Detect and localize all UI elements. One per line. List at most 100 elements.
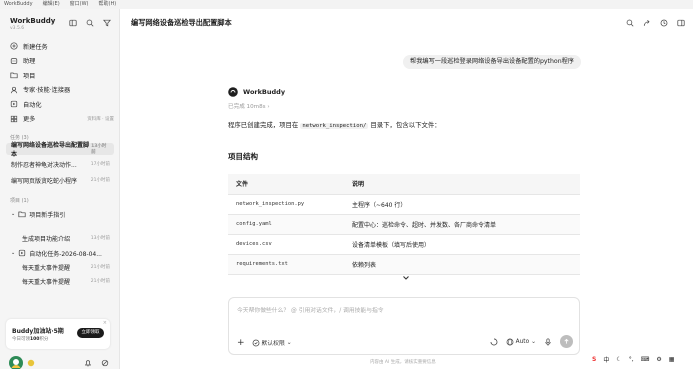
file-cell: devices.csv bbox=[228, 234, 344, 255]
chevron-down-icon: ⌄ bbox=[286, 339, 292, 346]
search-icon[interactable] bbox=[86, 19, 94, 27]
sidebar-footer bbox=[8, 356, 114, 369]
intro-paragraph: 程序已创建完成，项目在 network_inspection/ 目录下，包含以下… bbox=[228, 120, 441, 129]
panel-toggle-icon[interactable] bbox=[677, 19, 685, 27]
page-title: 编写网络设备巡检导出配置脚本 bbox=[131, 18, 232, 27]
task-title: 制作忍者神龟对决动作... bbox=[11, 161, 77, 169]
input-right-tools: Auto ⌄ bbox=[490, 335, 573, 348]
main-panel: 编写网络设备巡检导出配置脚本 帮我编写一段巡检登录网络设备导出设备配置的pyth… bbox=[120, 9, 693, 369]
nav-projects[interactable]: 项目 bbox=[8, 68, 114, 83]
chevron-right-icon: › bbox=[267, 104, 270, 110]
nav-assistant[interactable]: 助理 bbox=[8, 54, 114, 69]
folder-icon bbox=[18, 211, 26, 218]
search-icon[interactable] bbox=[626, 19, 634, 27]
nav-label: 更多 bbox=[23, 116, 36, 124]
table-header-row: 文件 说明 bbox=[228, 174, 580, 195]
desc-cell: 依赖列表 bbox=[344, 254, 580, 275]
status-label: 已完成 10m8s bbox=[228, 104, 266, 110]
automation-item-title: 每天重大事件提醒 bbox=[22, 278, 71, 286]
permission-label: 默认权限 bbox=[261, 341, 285, 347]
permission-selector[interactable]: 默认权限 ⌄ bbox=[252, 338, 292, 347]
filter-icon[interactable] bbox=[103, 19, 111, 27]
nav-label: 项目 bbox=[23, 72, 36, 80]
project-item[interactable]: ⌄ 项目新手指引 bbox=[6, 208, 114, 220]
column-header: 文件 bbox=[228, 174, 344, 195]
promo-subtitle: 今日可领100积分 bbox=[12, 336, 48, 342]
close-icon[interactable]: × bbox=[103, 320, 107, 326]
promo-text: 今日可领 bbox=[12, 337, 30, 342]
promo-number: 100 bbox=[30, 337, 40, 342]
task-title: 编写网络设备巡检导出配置脚本 bbox=[11, 142, 90, 158]
punctuation-icon[interactable]: °, bbox=[629, 356, 634, 363]
plus-circle-icon bbox=[10, 42, 18, 50]
promo-claim-button[interactable]: 立即领取 bbox=[77, 328, 104, 338]
keyboard-icon[interactable]: ⌨ bbox=[641, 356, 650, 363]
task-item[interactable]: 制作忍者神龟对决动作... 17小时前 bbox=[6, 158, 114, 170]
loading-spinner-icon bbox=[490, 338, 498, 345]
settings-icon[interactable] bbox=[101, 359, 109, 367]
menu-help[interactable]: 帮助(H) bbox=[99, 0, 117, 9]
file-cell: requirements.txt bbox=[228, 254, 344, 275]
task-item[interactable]: 编写网络设备巡检导出配置脚本 13小时前 bbox=[6, 142, 114, 158]
gear-icon[interactable]: ⚙ bbox=[656, 356, 661, 363]
collapse-icon[interactable]: ⌄ bbox=[11, 211, 15, 217]
automation-group[interactable]: ⌄ 自动化任务-2026-08-04... bbox=[6, 247, 114, 259]
bell-icon[interactable] bbox=[84, 359, 92, 367]
nav-label: 自动化 bbox=[23, 101, 42, 109]
badge-icon bbox=[27, 359, 35, 367]
menu-app[interactable]: WorkBuddy bbox=[4, 0, 33, 9]
model-label: Auto bbox=[515, 338, 530, 345]
menu-window[interactable]: 窗口(W) bbox=[70, 0, 89, 9]
ime-logo-icon[interactable]: S bbox=[592, 356, 596, 363]
microphone-icon[interactable] bbox=[544, 337, 552, 346]
files-table: 文件 说明 network_inspection.py 主程序（~640 行） co… bbox=[228, 174, 580, 275]
disclaimer: 内容由 AI 生成，请核实重要信息 bbox=[370, 360, 436, 365]
automation-item[interactable]: 每天重大事件提醒 21小时前 bbox=[6, 261, 114, 273]
moon-icon[interactable]: ☾ bbox=[616, 356, 621, 363]
task-title: 编写网页版贪吃蛇小程序 bbox=[11, 177, 78, 185]
scroll-down-icon[interactable] bbox=[401, 273, 411, 283]
automation-item[interactable]: 每天重大事件提醒 21小时前 bbox=[6, 275, 114, 287]
automation-icon bbox=[19, 249, 26, 257]
collapse-icon[interactable]: ⌄ bbox=[11, 250, 15, 256]
avatar[interactable] bbox=[9, 356, 23, 369]
sidebar-toolbar bbox=[69, 19, 111, 27]
send-button[interactable] bbox=[560, 335, 573, 348]
chat-input-placeholder[interactable]: 今天帮你做些什么？ @ 引用对话文件，/ 调用技能与指令 bbox=[237, 305, 384, 314]
nav-experts[interactable]: 专家·技能·连接器 bbox=[8, 83, 114, 98]
sidebar: WorkBuddy v3.5.6 新建任务 助理 项目 专家·技能·连接器 自动… bbox=[0, 9, 120, 369]
nav-more[interactable]: 更多 资料库 · 设置 bbox=[8, 112, 114, 127]
nav-automation[interactable]: 自动化 bbox=[8, 97, 114, 112]
share-icon[interactable] bbox=[643, 19, 651, 27]
table-row: network_inspection.py 主程序（~640 行） bbox=[228, 194, 580, 215]
project-sub-item[interactable]: 生成项目功能介绍 13小时前 bbox=[6, 232, 114, 244]
nav-label: 新建任务 bbox=[23, 43, 48, 51]
menu-edit[interactable]: 编辑(E) bbox=[43, 0, 60, 9]
app-window: WorkBuddy 编辑(E) 窗口(W) 帮助(H) WorkBuddy v3… bbox=[0, 0, 693, 369]
status-text[interactable]: 已完成 10m8s › bbox=[228, 102, 270, 110]
task-time: 13小时前 bbox=[90, 236, 110, 241]
more-hint: 资料库 · 设置 bbox=[87, 116, 114, 122]
version-label: v3.5.6 bbox=[10, 26, 25, 31]
history-icon[interactable] bbox=[660, 19, 668, 27]
agent-name: WorkBuddy bbox=[243, 88, 286, 96]
table-row: devices.csv 设备清单模板（填写后使用） bbox=[228, 234, 580, 255]
task-time: 21小时前 bbox=[90, 265, 110, 270]
workbuddy-logo-icon bbox=[228, 87, 238, 97]
header-toolbar bbox=[626, 19, 685, 27]
intro-text: 目录下，包含以下文件： bbox=[368, 121, 441, 129]
add-icon[interactable]: + bbox=[237, 338, 245, 347]
expert-icon bbox=[10, 86, 18, 94]
nav-label: 专家·技能·连接器 bbox=[23, 87, 71, 95]
nav-new-task[interactable]: 新建任务 bbox=[8, 39, 114, 54]
more-grid-icon bbox=[10, 115, 18, 122]
grid-icon[interactable]: ▦ bbox=[669, 356, 675, 363]
chat-input-box[interactable]: 今天帮你做些什么？ @ 引用对话文件，/ 调用技能与指令 + 默认权限 ⌄ Aut… bbox=[228, 297, 580, 355]
sidebar-toggle-icon[interactable] bbox=[69, 19, 77, 27]
projects-section-label: 项目 (1) bbox=[10, 198, 29, 204]
ime-mode[interactable]: 中 bbox=[603, 355, 609, 364]
task-item[interactable]: 编写网页版贪吃蛇小程序 21小时前 bbox=[6, 174, 114, 186]
model-selector[interactable]: Auto ⌄ bbox=[506, 338, 536, 346]
globe-icon bbox=[506, 338, 514, 345]
column-header: 说明 bbox=[344, 174, 580, 195]
